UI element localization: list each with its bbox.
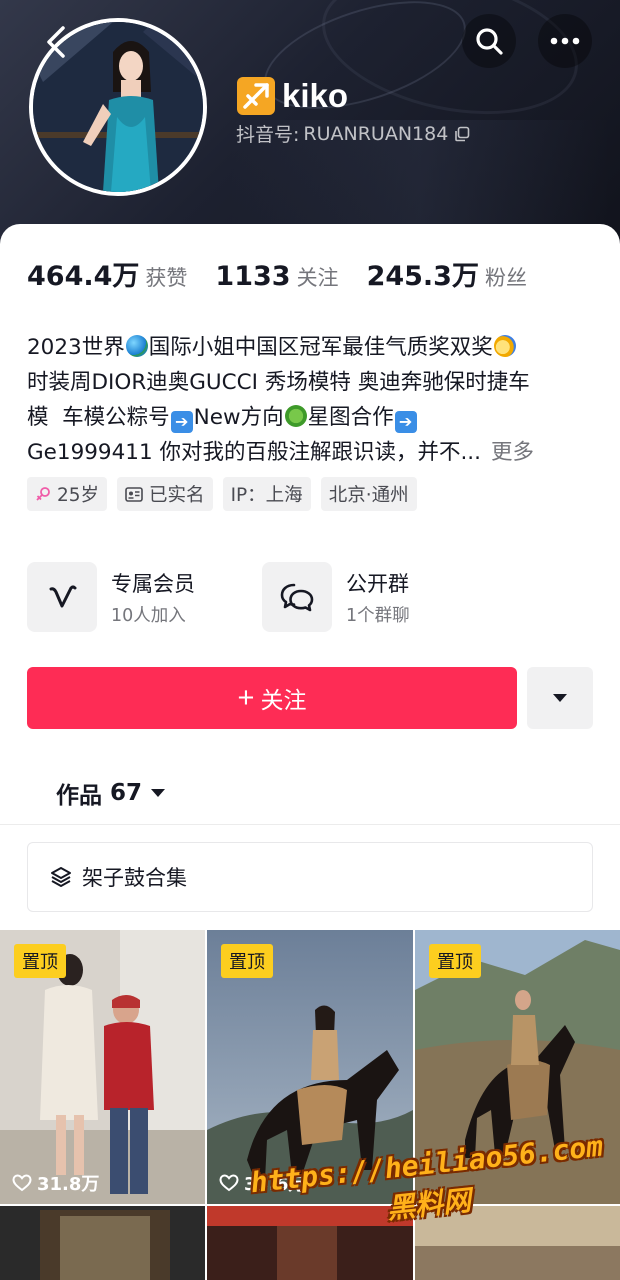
heart-icon bbox=[219, 1174, 239, 1192]
nickname-row: kiko bbox=[236, 76, 348, 116]
follow-label: 关注 bbox=[260, 687, 307, 713]
more-dots-icon bbox=[550, 37, 580, 45]
vip-icon bbox=[49, 585, 77, 608]
stat-label: 获赞 bbox=[145, 266, 188, 290]
caret-down-icon bbox=[553, 694, 567, 702]
more-button[interactable] bbox=[538, 14, 592, 68]
bio-text: 时装周DIOR迪奥GUCCI 秀场模特 奥迪奔驰保时捷车 bbox=[27, 370, 530, 395]
tag-ip-location: IP：上海 bbox=[222, 477, 311, 511]
right-arrow-emoji-icon: ➔ bbox=[394, 411, 417, 433]
stat-value: 464.4万 bbox=[27, 261, 140, 292]
plant-emoji-icon bbox=[284, 405, 307, 427]
stat-followers[interactable]: 245.3万 粉丝 bbox=[367, 254, 527, 293]
bio-text: New方向 bbox=[193, 405, 284, 430]
tab-divider bbox=[0, 824, 620, 825]
video-cover-image bbox=[415, 1206, 620, 1280]
tag-label: 已实名 bbox=[149, 485, 205, 506]
bio-text: 模 车模公粽号 bbox=[27, 405, 170, 430]
video-grid: 置顶 31.8万 置顶 33.6万 置顶 bbox=[0, 930, 620, 1280]
right-arrow-emoji-icon: ➔ bbox=[170, 411, 193, 433]
tag-label: IP：上海 bbox=[230, 485, 303, 506]
douyin-id: RUANRUAN184 bbox=[303, 122, 449, 145]
stat-following[interactable]: 1133 关注 bbox=[215, 261, 338, 292]
feature-title: 公开群 bbox=[346, 571, 409, 596]
tag-label: 北京·通州 bbox=[328, 485, 409, 506]
feature-membership[interactable]: 专属会员 10人加入 bbox=[27, 562, 262, 632]
bio-text: 星图合作 bbox=[307, 405, 394, 430]
bio-text: 国际小姐中国区冠军最佳气质奖双奖 bbox=[148, 335, 493, 360]
recommend-dropdown-button[interactable] bbox=[527, 667, 593, 729]
tag-label: 25岁 bbox=[57, 485, 100, 506]
back-button[interactable] bbox=[36, 20, 76, 64]
feature-public-group[interactable]: 公开群 1个群聊 bbox=[262, 562, 497, 632]
bio-line: 模 车模公粽号 ➔ New方向 星图合作 ➔ bbox=[27, 400, 597, 435]
tab-works[interactable]: 作品 67 bbox=[56, 776, 166, 810]
pinned-badge: 置顶 bbox=[429, 944, 481, 978]
tag-verified[interactable]: 已实名 bbox=[117, 477, 213, 511]
stat-value: 1133 bbox=[215, 261, 291, 292]
feature-text: 专属会员 10人加入 bbox=[111, 568, 195, 627]
bio-more-link[interactable]: 更多 bbox=[491, 440, 534, 465]
feature-subtitle: 1个群聊 bbox=[346, 605, 410, 626]
gold-medal-emoji-icon bbox=[493, 335, 516, 357]
tag-age: 25岁 bbox=[27, 477, 108, 511]
stat-likes: 464.4万 获赞 bbox=[27, 254, 187, 293]
feature-icon-box bbox=[27, 562, 97, 632]
works-count: 67 bbox=[110, 780, 143, 806]
collection-entry[interactable]: 架子鼓合集 bbox=[27, 842, 593, 912]
search-button[interactable] bbox=[462, 14, 516, 68]
sagittarius-icon bbox=[237, 77, 275, 115]
features-row: 专属会员 10人加入 公开群 1个群聊 bbox=[27, 562, 497, 632]
pinned-badge: 置顶 bbox=[14, 944, 66, 978]
follow-button[interactable]: + 关注 bbox=[27, 667, 517, 729]
video-thumbnail[interactable]: 置顶 31.8万 bbox=[0, 930, 205, 1204]
search-icon bbox=[476, 28, 503, 55]
video-likes: 33.6万 bbox=[219, 1170, 306, 1196]
video-thumbnail[interactable] bbox=[415, 1206, 620, 1280]
feature-subtitle: 10人加入 bbox=[111, 605, 186, 626]
stats-row: 464.4万 获赞 1133 关注 245.3万 粉丝 bbox=[27, 254, 555, 293]
copy-icon[interactable] bbox=[454, 126, 470, 142]
pinned-badge: 置顶 bbox=[221, 944, 273, 978]
plus-icon: + bbox=[237, 681, 255, 714]
heart-icon bbox=[12, 1174, 32, 1192]
video-cover-image bbox=[0, 1206, 205, 1280]
bio-line: Ge1999411 你对我的百般注解跟识读，并不... 更多 bbox=[27, 435, 597, 470]
video-thumbnail[interactable]: 置顶 bbox=[415, 930, 620, 1204]
works-label: 作品 bbox=[56, 783, 102, 809]
collection-label: 架子鼓合集 bbox=[82, 866, 187, 890]
video-thumbnail[interactable]: 置顶 33.6万 bbox=[207, 930, 413, 1204]
feature-text: 公开群 1个群聊 bbox=[346, 568, 410, 627]
back-arrow-icon bbox=[47, 26, 65, 58]
group-chat-icon bbox=[280, 583, 314, 612]
caret-down-icon bbox=[151, 789, 166, 797]
feature-title: 专属会员 bbox=[111, 571, 195, 596]
stat-label: 粉丝 bbox=[484, 266, 527, 290]
bio-text: 2023世界 bbox=[27, 335, 125, 360]
video-cover-image bbox=[207, 1206, 413, 1280]
douyin-id-label: 抖音号: bbox=[236, 124, 300, 146]
likes-count: 33.6万 bbox=[244, 1174, 307, 1195]
douyin-id-row[interactable]: 抖音号: RUANRUAN184 bbox=[236, 120, 470, 147]
video-likes: 31.8万 bbox=[12, 1170, 99, 1196]
female-icon bbox=[36, 487, 50, 501]
bio-line: 2023世界 国际小姐中国区冠军最佳气质奖双奖 bbox=[27, 330, 597, 365]
bio[interactable]: 2023世界 国际小姐中国区冠军最佳气质奖双奖 时装周DIOR迪奥GUCCI 秀场… bbox=[27, 330, 597, 470]
stat-label: 关注 bbox=[296, 266, 339, 290]
profile-header-banner: kiko 抖音号: RUANRUAN184 bbox=[0, 0, 620, 250]
layers-icon bbox=[51, 867, 71, 887]
nickname: kiko bbox=[282, 77, 349, 114]
video-thumbnail[interactable] bbox=[207, 1206, 413, 1280]
bio-line: 时装周DIOR迪奥GUCCI 秀场模特 奥迪奔驰保时捷车 bbox=[27, 365, 597, 400]
stat-value: 245.3万 bbox=[366, 261, 479, 292]
feature-icon-box bbox=[262, 562, 332, 632]
profile-tags: 25岁 已实名 IP：上海 北京·通州 bbox=[27, 477, 427, 511]
profile-card: 464.4万 获赞 1133 关注 245.3万 粉丝 2023世界 国际小姐中国… bbox=[0, 224, 620, 1280]
globe-emoji-icon bbox=[125, 335, 148, 357]
tag-location[interactable]: 北京·通州 bbox=[320, 477, 417, 511]
likes-count: 31.8万 bbox=[37, 1174, 100, 1195]
bio-text: Ge1999411 你对我的百般注解跟识读，并不... bbox=[27, 440, 481, 465]
video-thumbnail[interactable] bbox=[0, 1206, 205, 1280]
id-card-icon bbox=[125, 486, 143, 502]
